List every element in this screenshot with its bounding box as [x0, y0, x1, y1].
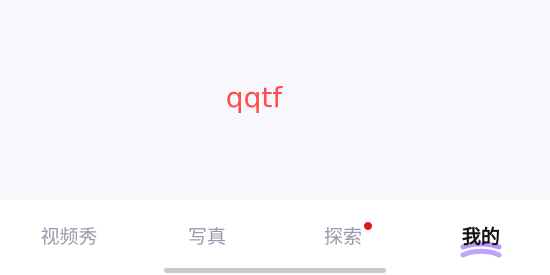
tab-video-show[interactable]: 视频秀 [26, 222, 112, 252]
tab-label: 写真 [187, 226, 226, 248]
tab-photo[interactable]: 写真 [166, 222, 248, 252]
tab-label: 探索 [323, 226, 362, 248]
content-text: qqtf [225, 81, 283, 114]
tab-label: 视频秀 [40, 226, 98, 248]
notification-dot [364, 222, 372, 230]
tab-label: 我的 [461, 226, 500, 248]
tab-mine[interactable]: 我的 [438, 222, 524, 258]
home-indicator[interactable] [164, 268, 386, 273]
tab-explore[interactable]: 探索 [302, 222, 384, 252]
